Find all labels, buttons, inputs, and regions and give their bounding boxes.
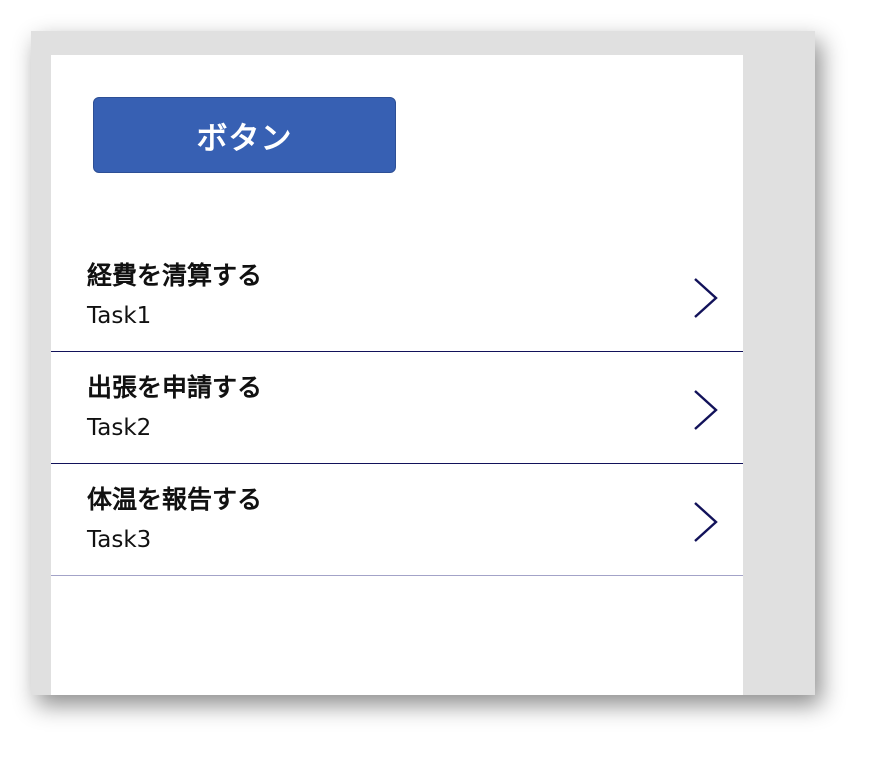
main-button[interactable]: ボタン (93, 97, 396, 173)
list-item-subtitle: Task1 (87, 303, 152, 329)
chevron-right-icon[interactable] (691, 276, 721, 320)
list-item[interactable]: 出張を申請する Task2 (51, 352, 743, 464)
list-item-title: 経費を清算する (87, 261, 263, 290)
chevron-right-icon[interactable] (691, 500, 721, 544)
list-item-subtitle: Task2 (87, 415, 152, 441)
list-item-subtitle: Task3 (87, 527, 152, 553)
list-item-title: 出張を申請する (87, 373, 263, 402)
list-item-title: 体温を報告する (87, 485, 263, 514)
list-item[interactable]: 経費を清算する Task1 (51, 240, 743, 352)
task-gallery: 経費を清算する Task1 出張を申請する Task2 体温を報告する Task… (51, 240, 743, 576)
list-item[interactable]: 体温を報告する Task3 (51, 464, 743, 576)
app-screen: ボタン 経費を清算する Task1 出張を申請する Task2 体温を報告する … (51, 55, 743, 695)
chevron-right-icon[interactable] (691, 388, 721, 432)
